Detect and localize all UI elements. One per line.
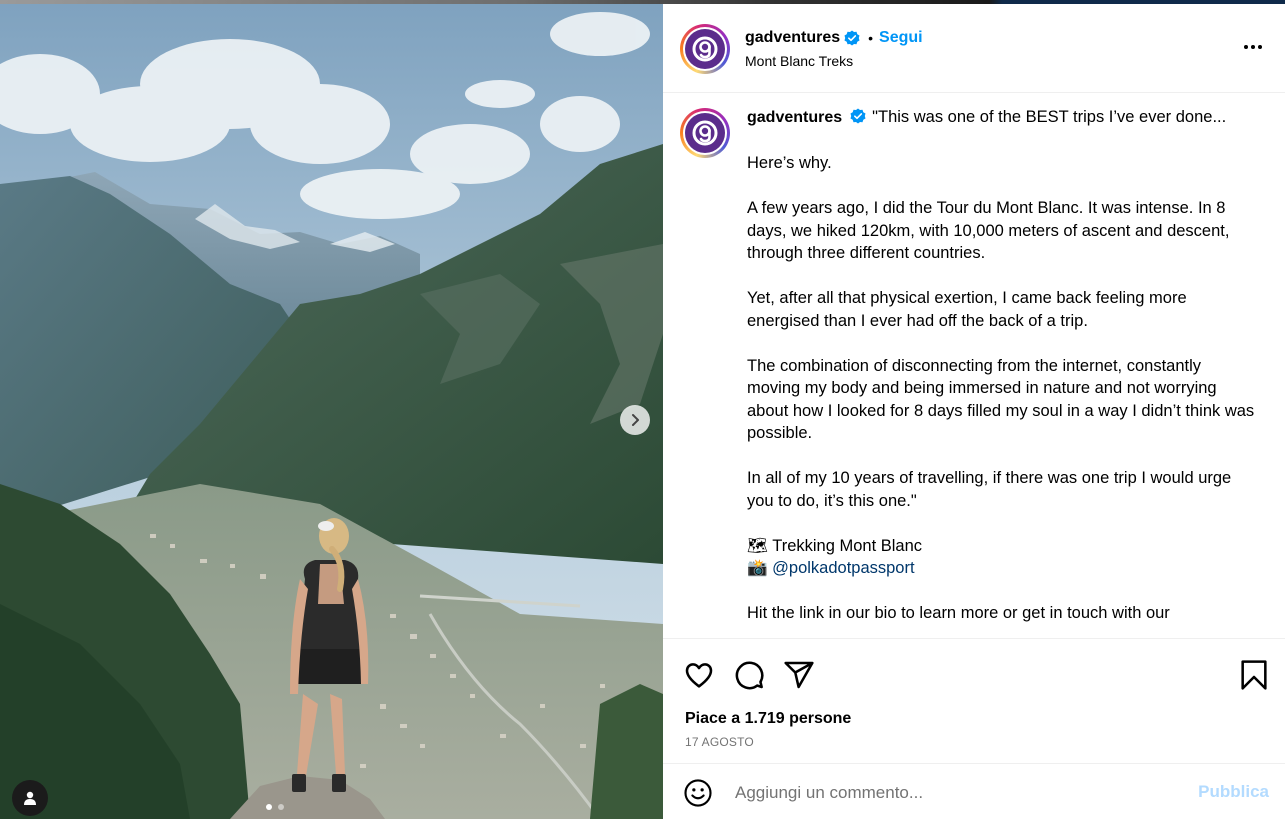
gadventures-logo-icon (692, 36, 718, 62)
mention-link[interactable]: @polkadotpassport (772, 559, 914, 577)
emoji-icon (684, 779, 712, 807)
comment-input[interactable] (733, 778, 1187, 808)
post-date[interactable]: 17 AGOSTO (685, 735, 754, 749)
publish-button[interactable]: Pubblica (1198, 782, 1269, 802)
gadventures-logo-icon (692, 120, 718, 146)
carousel-indicator (266, 804, 284, 810)
caption-paragraph-4: The combination of disconnecting from th… (747, 356, 1255, 443)
post-header: gadventures • Segui Mont Blanc Treks (663, 4, 1285, 93)
bookmark-icon (1241, 660, 1267, 690)
caption-trek-label: Trekking Mont Blanc (772, 536, 923, 555)
share-icon (784, 661, 814, 689)
post-side-panel: gadventures • Segui Mont Blanc Treks gad… (663, 4, 1285, 819)
tagged-users-button[interactable] (12, 780, 48, 816)
post-photo[interactable] (0, 4, 663, 819)
chevron-right-icon (632, 414, 639, 426)
more-options-button[interactable] (1241, 40, 1265, 54)
like-button[interactable] (683, 659, 715, 696)
carousel-dot (278, 804, 284, 810)
user-icon (24, 791, 36, 805)
header-username[interactable]: gadventures (745, 29, 840, 47)
caption-username[interactable]: gadventures (747, 109, 842, 126)
caption-paragraph-2: A few years ago, I did the Tour du Mont … (747, 199, 1230, 262)
caption-paragraph-7: Hit the link in our bio to learn more or… (747, 604, 1170, 622)
actions-bar: Piace a 1.719 persone 17 AGOSTO (663, 638, 1285, 764)
verified-badge-icon (844, 30, 860, 46)
separator-bullet: • (868, 30, 874, 46)
verified-badge-icon (850, 108, 866, 124)
comment-button[interactable] (733, 659, 765, 696)
mountain-landscape-image (0, 4, 663, 819)
caption-paragraph-1: Here’s why. (747, 154, 832, 172)
post-location[interactable]: Mont Blanc Treks (745, 53, 923, 69)
save-button[interactable] (1239, 659, 1269, 696)
emoji-button[interactable] (683, 778, 713, 813)
caption-paragraph-3: Yet, after all that physical exertion, I… (747, 289, 1187, 330)
camera-emoji-icon: 📸 (747, 559, 768, 577)
caption-text: gadventures "This was one of the BEST tr… (747, 106, 1257, 638)
likes-count[interactable]: Piace a 1.719 persone (685, 710, 851, 728)
caption-first-line: "This was one of the BEST trips I’ve eve… (872, 108, 1227, 126)
caption-area[interactable]: gadventures "This was one of the BEST tr… (663, 93, 1285, 638)
map-emoji-icon: 🗺 (747, 536, 768, 555)
caption-avatar[interactable] (680, 108, 730, 158)
carousel-dot-active (266, 804, 272, 810)
comment-bar: Pubblica (663, 763, 1285, 820)
heart-icon (685, 663, 713, 688)
follow-button[interactable]: Segui (879, 29, 923, 47)
avatar[interactable] (680, 24, 730, 74)
carousel-next-button[interactable] (620, 405, 650, 435)
comment-icon (735, 661, 764, 690)
share-button[interactable] (783, 659, 815, 696)
caption-paragraph-5: In all of my 10 years of travelling, if … (747, 469, 1232, 510)
more-options-icon (1244, 45, 1248, 49)
